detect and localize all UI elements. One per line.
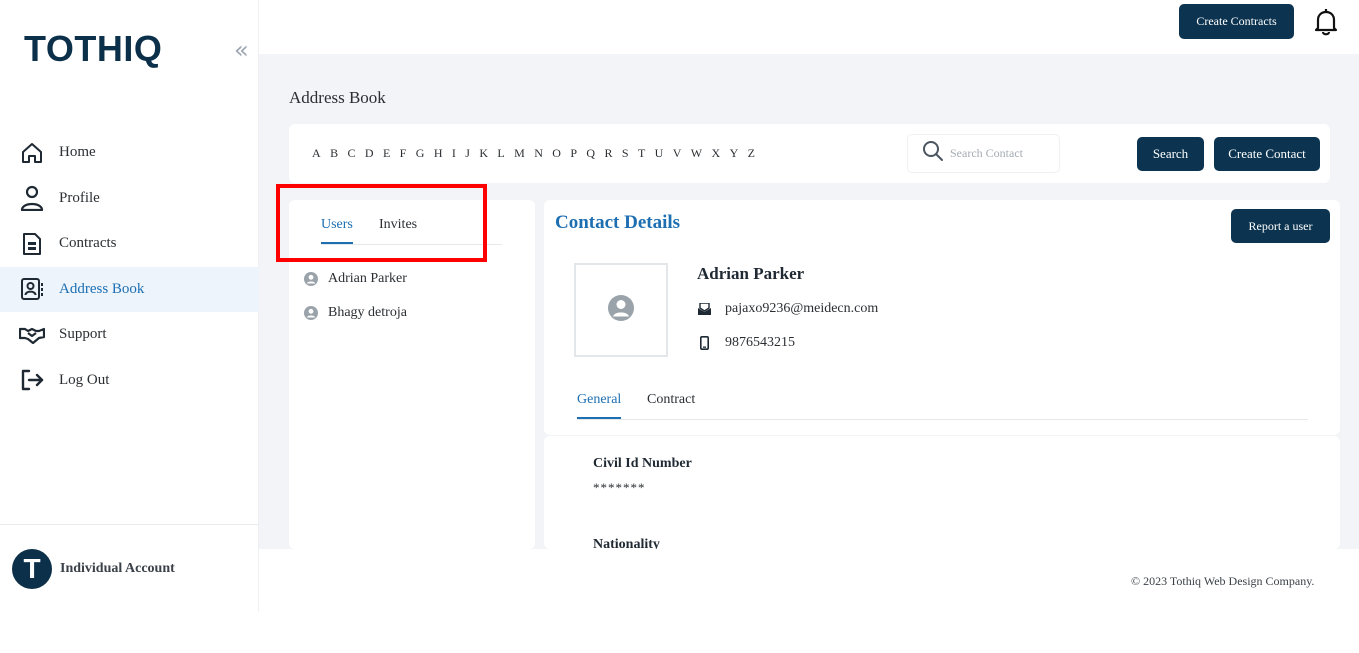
sidebar-item-label: Contracts — [59, 235, 117, 251]
contact-details-panel: Contact Details Report a user Adrian Par… — [544, 200, 1340, 435]
general-details-panel: Civil Id Number ******* Nationality — [544, 436, 1340, 549]
sidebar-item-profile[interactable]: Profile — [0, 176, 259, 221]
list-item[interactable]: Bhagy detroja — [289, 296, 535, 330]
letter-c[interactable]: C — [347, 146, 355, 161]
topbar: Create Contracts — [259, 0, 1359, 54]
alphabet-filter-bar: A B C D E F G H I J K L M N O P Q R S T … — [289, 124, 1330, 183]
user-circle-icon — [304, 306, 318, 320]
contact-name: Adrian Parker — [697, 264, 805, 283]
sidebar-item-support[interactable]: Support — [0, 312, 259, 357]
letter-q[interactable]: Q — [586, 146, 595, 161]
contact-phone-row: 9876543215 — [697, 335, 795, 351]
sidebar-item-home[interactable]: Home — [0, 130, 259, 175]
search-contact-box[interactable] — [907, 134, 1060, 173]
bell-icon[interactable] — [1313, 8, 1339, 36]
phone-icon — [697, 336, 711, 350]
contact-tabs-divider — [577, 419, 1308, 420]
main-content: Address Book A B C D E F G H I J K L M N… — [259, 54, 1359, 549]
sidebar-item-logout[interactable]: Log Out — [0, 358, 259, 403]
sidebar-item-label: Profile — [59, 189, 100, 206]
letter-k[interactable]: K — [479, 146, 488, 161]
letter-j[interactable]: J — [465, 146, 470, 161]
sidebar-nav: Home Profile Contracts Address Book Supp… — [0, 130, 259, 403]
sidebar-item-label: Support — [59, 326, 107, 342]
logout-icon — [19, 367, 45, 393]
letter-p[interactable]: P — [570, 146, 577, 161]
address-book-icon — [19, 276, 45, 302]
letter-y[interactable]: Y — [730, 146, 739, 161]
letter-n[interactable]: N — [534, 146, 543, 161]
double-chevron-left-icon[interactable]: « — [234, 38, 249, 62]
tab-general[interactable]: General — [577, 392, 622, 419]
nationality-label: Nationality — [593, 537, 660, 549]
account-switcher[interactable]: T Individual Account — [0, 524, 259, 612]
sidebar-item-address-book[interactable]: Address Book — [0, 266, 259, 312]
search-button[interactable]: Search — [1137, 137, 1204, 171]
letter-d[interactable]: D — [365, 146, 374, 161]
alphabet-letters: A B C D E F G H I J K L M N O P Q R S T … — [312, 146, 764, 161]
mail-icon — [697, 302, 711, 316]
contact-email: pajaxo9236@meidecn.com — [725, 301, 879, 316]
search-icon — [922, 140, 944, 167]
contact-details-title: Contact Details — [555, 212, 681, 233]
report-user-button[interactable]: Report a user — [1231, 209, 1330, 243]
create-contact-button[interactable]: Create Contact — [1214, 137, 1320, 171]
tab-invites[interactable]: Invites — [379, 217, 417, 233]
user-icon — [19, 185, 45, 211]
user-circle-icon — [304, 272, 318, 286]
home-icon — [19, 140, 45, 166]
letter-g[interactable]: G — [416, 146, 425, 161]
civil-id-value: ******* — [593, 480, 646, 495]
letter-f[interactable]: F — [400, 146, 407, 161]
user-avatar-placeholder-icon — [607, 294, 635, 327]
letter-o[interactable]: O — [552, 146, 561, 161]
letter-b[interactable]: B — [330, 146, 338, 161]
sidebar-item-label: Home — [59, 144, 96, 160]
letter-m[interactable]: M — [514, 146, 525, 161]
letter-u[interactable]: U — [655, 146, 664, 161]
letter-i[interactable]: I — [452, 146, 456, 161]
create-contracts-button[interactable]: Create Contracts — [1179, 4, 1294, 39]
sidebar: TOTHIQ « Home Profile Contracts Address … — [0, 0, 259, 612]
letter-a[interactable]: A — [312, 146, 321, 161]
letter-l[interactable]: L — [497, 146, 504, 161]
contact-phone: 9876543215 — [725, 335, 795, 350]
page-title: Address Book — [289, 88, 386, 107]
list-item[interactable]: Adrian Parker — [289, 262, 535, 296]
search-input[interactable] — [950, 146, 1060, 161]
sidebar-item-label: Address Book — [59, 280, 145, 297]
tothiq-logo[interactable]: TOTHIQ — [24, 28, 162, 70]
tab-users[interactable]: Users — [321, 217, 353, 244]
user-name: Bhagy detroja — [328, 305, 407, 320]
footer-copyright: © 2023 Tothiq Web Design Company. — [1131, 574, 1315, 588]
letter-v[interactable]: V — [673, 146, 682, 161]
sidebar-item-label: Log Out — [59, 371, 110, 388]
contact-photo — [574, 263, 668, 357]
users-tabs: Users Invites — [289, 200, 535, 260]
account-name: Individual Account — [60, 560, 175, 576]
letter-z[interactable]: Z — [748, 146, 755, 161]
users-panel: Users Invites Adrian Parker Bhagy detroj… — [289, 200, 535, 549]
letter-s[interactable]: S — [622, 146, 629, 161]
letter-e[interactable]: E — [383, 146, 390, 161]
letter-t[interactable]: T — [638, 146, 645, 161]
letter-w[interactable]: W — [691, 146, 702, 161]
user-name: Adrian Parker — [328, 271, 407, 286]
civil-id-label: Civil Id Number — [593, 456, 692, 471]
avatar: T — [12, 548, 52, 589]
letter-x[interactable]: X — [712, 146, 721, 161]
letter-h[interactable]: H — [434, 146, 443, 161]
sidebar-item-contracts[interactable]: Contracts — [0, 221, 259, 266]
tabs-divider — [321, 244, 502, 245]
handshake-icon — [19, 322, 45, 348]
tab-contract[interactable]: Contract — [647, 392, 695, 408]
letter-r[interactable]: R — [604, 146, 612, 161]
contact-email-row: pajaxo9236@meidecn.com — [697, 301, 878, 317]
user-list: Adrian Parker Bhagy detroja — [289, 262, 535, 330]
document-icon — [19, 231, 45, 257]
